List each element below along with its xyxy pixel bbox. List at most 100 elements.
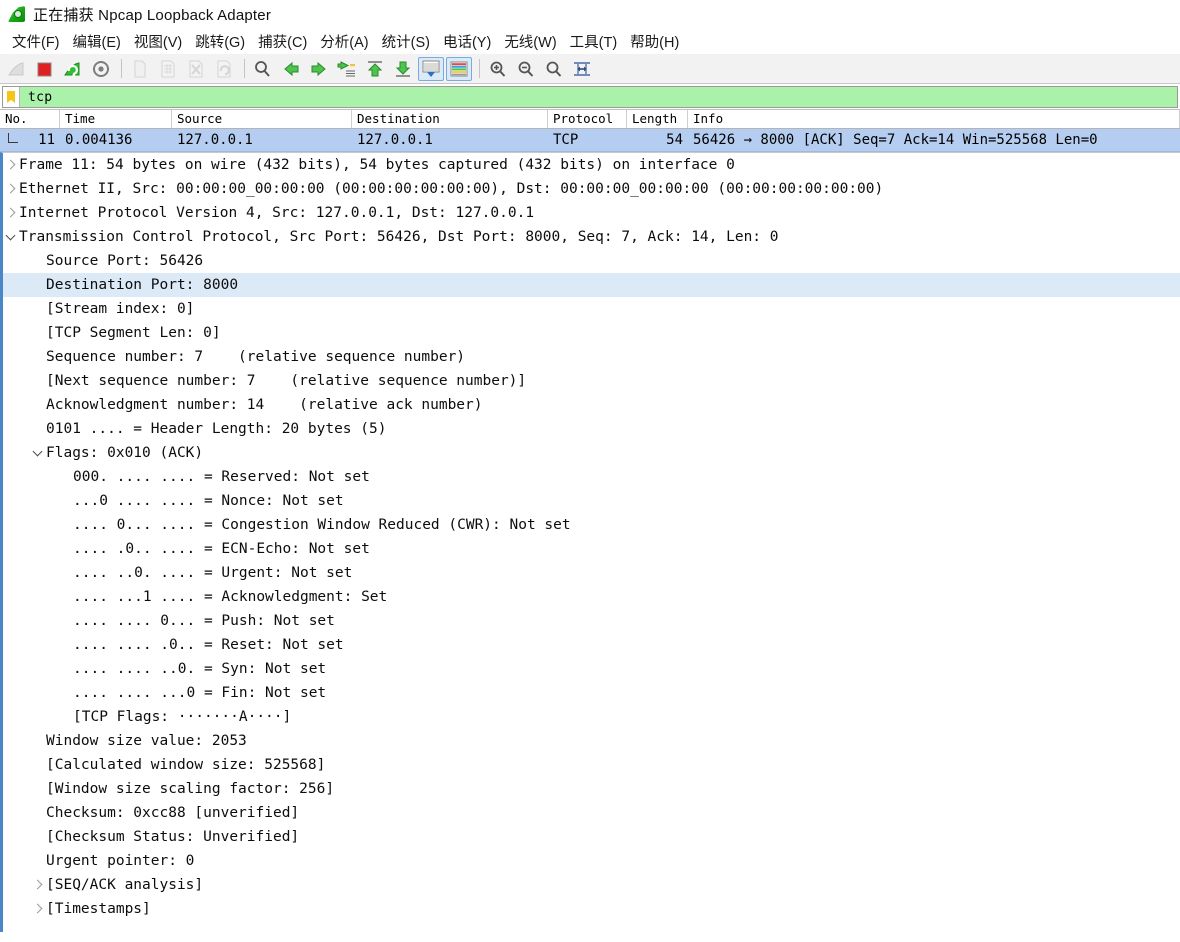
display-filter-input[interactable]: tcp [20,90,52,105]
menu-go[interactable]: 跳转(G) [189,29,252,54]
menu-wireless[interactable]: 无线(W) [498,29,563,54]
packet-list-body: 110.004136127.0.0.1127.0.0.1TCP5456426 →… [0,129,1180,152]
menu-statistics[interactable]: 统计(S) [376,29,437,54]
zoom-reset-icon[interactable] [541,57,567,81]
detail-tree-row[interactable]: .... .... 0... = Push: Not set [3,609,1180,633]
detail-tree-row[interactable]: Internet Protocol Version 4, Src: 127.0.… [3,201,1180,225]
detail-tree-row[interactable]: .... .... .0.. = Reset: Not set [3,633,1180,657]
column-header-length[interactable]: Length [627,110,688,128]
display-filter-bar[interactable]: tcp [2,86,1178,108]
detail-tree-row[interactable]: ...0 .... .... = Nonce: Not set [3,489,1180,513]
chevron-down-icon[interactable] [3,225,19,249]
tree-spacer [30,825,46,849]
go-back-icon[interactable] [278,57,304,81]
detail-tree-label: [Timestamps] [46,897,151,921]
column-header-time[interactable]: Time [60,110,172,128]
detail-tree-row[interactable]: .... 0... .... = Congestion Window Reduc… [3,513,1180,537]
column-header-info[interactable]: Info [688,110,1180,128]
find-packet-icon[interactable] [250,57,276,81]
detail-tree-label: Window size value: 2053 [46,729,247,753]
menu-tools[interactable]: 工具(T) [564,29,625,54]
packet-details-pane[interactable]: Frame 11: 54 bytes on wire (432 bits), 5… [0,152,1180,932]
detail-tree-row[interactable]: Window size value: 2053 [3,729,1180,753]
detail-tree-label: [Next sequence number: 7 (relative seque… [46,369,526,393]
detail-tree-row[interactable]: [Next sequence number: 7 (relative seque… [3,369,1180,393]
detail-tree-row[interactable]: Urgent pointer: 0 [3,849,1180,873]
detail-tree-row[interactable]: [Window size scaling factor: 256] [3,777,1180,801]
zoom-in-icon[interactable] [485,57,511,81]
chevron-right-icon[interactable] [3,201,19,225]
go-to-first-icon[interactable] [362,57,388,81]
detail-tree-label: Urgent pointer: 0 [46,849,194,873]
packet-list-header[interactable]: No.TimeSourceDestinationProtocolLengthIn… [0,110,1180,129]
detail-tree-row[interactable]: Checksum: 0xcc88 [unverified] [3,801,1180,825]
detail-tree-row[interactable]: Sequence number: 7 (relative sequence nu… [3,345,1180,369]
menu-view[interactable]: 视图(V) [128,29,189,54]
detail-tree-label: Checksum: 0xcc88 [unverified] [46,801,299,825]
menu-telephony[interactable]: 电话(Y) [437,29,498,54]
capture-options-icon[interactable] [88,57,114,81]
colorize-packets-icon[interactable] [446,57,472,81]
restart-capture-icon[interactable] [60,57,86,81]
column-header-no[interactable]: No. [0,110,60,128]
stop-capture-icon[interactable] [32,57,58,81]
tree-spacer [57,465,73,489]
menu-analyze[interactable]: 分析(A) [314,29,375,54]
packet-list-row[interactable]: 110.004136127.0.0.1127.0.0.1TCP5456426 →… [0,129,1180,152]
toolbar-separator [244,59,245,78]
detail-tree-row[interactable]: [SEQ/ACK analysis] [3,873,1180,897]
packet-cell-protocol: TCP [548,132,627,148]
detail-tree-row[interactable]: [Stream index: 0] [3,297,1180,321]
detail-tree-label: [Stream index: 0] [46,297,194,321]
toolbar-separator [121,59,122,78]
tree-spacer [30,297,46,321]
zoom-out-icon[interactable] [513,57,539,81]
bookmark-icon[interactable] [3,87,20,107]
menu-edit[interactable]: 编辑(E) [67,29,128,54]
menu-capture[interactable]: 捕获(C) [252,29,314,54]
detail-tree-row[interactable]: Frame 11: 54 bytes on wire (432 bits), 5… [3,153,1180,177]
column-header-source[interactable]: Source [172,110,352,128]
menu-file[interactable]: 文件(F) [6,29,67,54]
go-to-last-icon[interactable] [390,57,416,81]
detail-tree-row[interactable]: .... ...1 .... = Acknowledgment: Set [3,585,1180,609]
detail-tree-label: Destination Port: 8000 [46,273,238,297]
chevron-right-icon[interactable] [3,177,19,201]
detail-tree-row[interactable]: Destination Port: 8000 [3,273,1180,297]
detail-tree-row[interactable]: .... .... ..0. = Syn: Not set [3,657,1180,681]
detail-tree-row[interactable]: [Timestamps] [3,897,1180,921]
chevron-right-icon[interactable] [3,153,19,177]
detail-tree-row[interactable]: [TCP Segment Len: 0] [3,321,1180,345]
tree-spacer [30,849,46,873]
resize-columns-icon[interactable] [569,57,595,81]
detail-tree-row[interactable]: Flags: 0x010 (ACK) [3,441,1180,465]
detail-tree-row[interactable]: 000. .... .... = Reserved: Not set [3,465,1180,489]
detail-tree-row[interactable]: .... ..0. .... = Urgent: Not set [3,561,1180,585]
auto-scroll-icon[interactable] [418,57,444,81]
chevron-right-icon[interactable] [30,897,46,921]
detail-tree-row[interactable]: 0101 .... = Header Length: 20 bytes (5) [3,417,1180,441]
detail-tree-row[interactable]: Transmission Control Protocol, Src Port:… [3,225,1180,249]
go-to-packet-icon[interactable] [334,57,360,81]
column-header-protocol[interactable]: Protocol [548,110,627,128]
detail-tree-row[interactable]: Acknowledgment number: 14 (relative ack … [3,393,1180,417]
tree-spacer [30,369,46,393]
detail-tree-row[interactable]: .... .0.. .... = ECN-Echo: Not set [3,537,1180,561]
window-title: 正在捕获 Npcap Loopback Adapter [33,4,271,25]
detail-tree-row[interactable]: [Calculated window size: 525568] [3,753,1180,777]
detail-tree-label: 0101 .... = Header Length: 20 bytes (5) [46,417,386,441]
detail-tree-row[interactable]: Source Port: 56426 [3,249,1180,273]
chevron-down-icon[interactable] [30,441,46,465]
tree-spacer [57,561,73,585]
menu-help[interactable]: 帮助(H) [624,29,686,54]
go-forward-icon[interactable] [306,57,332,81]
column-header-destination[interactable]: Destination [352,110,548,128]
packet-cell-info: 56426 → 8000 [ACK] Seq=7 Ack=14 Win=5255… [688,132,1180,148]
detail-tree-label: Flags: 0x010 (ACK) [46,441,203,465]
detail-tree-row[interactable]: Ethernet II, Src: 00:00:00_00:00:00 (00:… [3,177,1180,201]
detail-tree-row[interactable]: [TCP Flags: ·······A····] [3,705,1180,729]
reload-file-icon [211,57,237,81]
chevron-right-icon[interactable] [30,873,46,897]
detail-tree-row[interactable]: .... .... ...0 = Fin: Not set [3,681,1180,705]
detail-tree-row[interactable]: [Checksum Status: Unverified] [3,825,1180,849]
